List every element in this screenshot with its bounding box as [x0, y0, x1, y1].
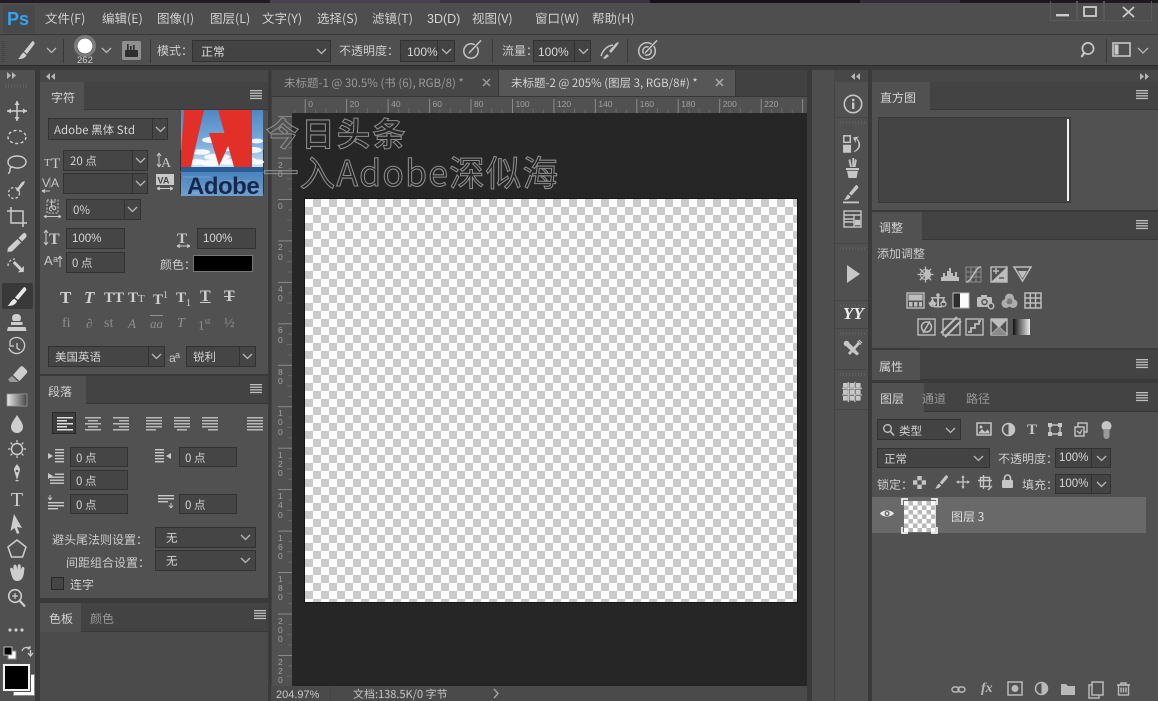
- svg-text:A: A: [161, 156, 172, 171]
- svg-text:Adobe: Adobe: [187, 173, 259, 200]
- svg-text:VA: VA: [158, 176, 170, 186]
- svg-text:A: A: [44, 253, 53, 268]
- svg-text:T: T: [44, 157, 51, 169]
- svg-text:a: a: [53, 254, 58, 264]
- svg-text:a: a: [175, 350, 180, 360]
- svg-text:A: A: [51, 176, 59, 190]
- svg-text:T: T: [11, 489, 23, 511]
- svg-text:T: T: [49, 231, 60, 248]
- svg-text:V: V: [42, 176, 50, 190]
- svg-text:T: T: [177, 231, 187, 247]
- svg-text:T: T: [51, 156, 60, 172]
